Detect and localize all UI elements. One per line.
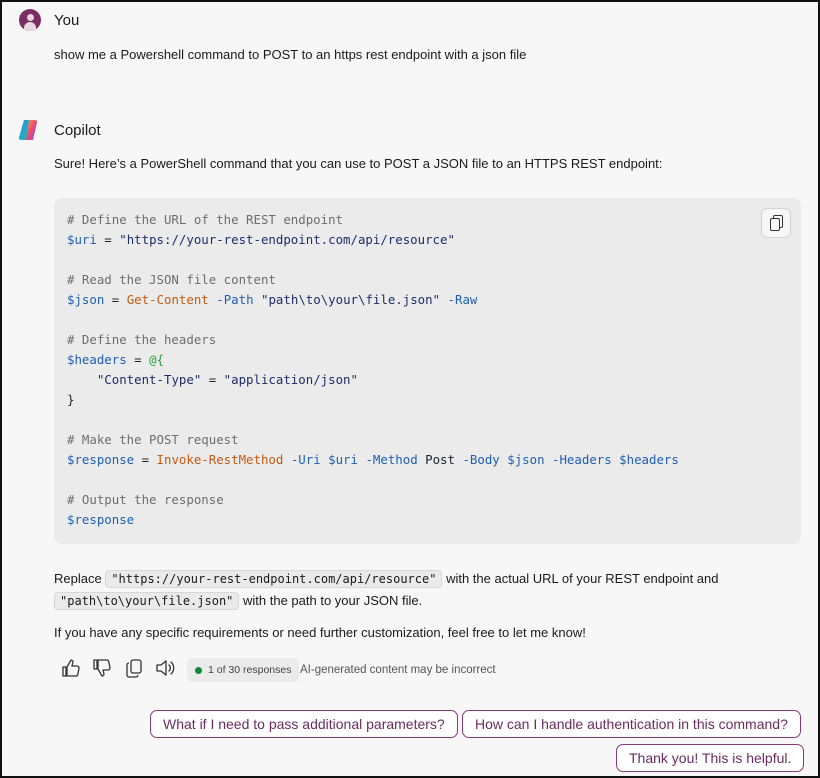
code-comment: # Define the headers [67,332,217,347]
code-parameter: -Path [216,292,254,307]
code-variable: $uri [328,452,358,467]
code-cmdlet: Get-Content [126,292,209,307]
ai-disclaimer: AI-generated content may be incorrect [300,664,496,676]
replace-instructions: Replace "https://your-rest-endpoint.com/… [54,568,794,612]
replace-middle: with the actual URL of your REST endpoin… [446,571,719,586]
read-aloud-icon [156,660,175,676]
thumbs-down-icon [93,659,111,677]
code-comment: # Output the response [67,492,224,507]
code-parameter: -Headers [552,452,612,467]
copy-response-button[interactable] [123,657,145,681]
inline-code-url: "https://your-rest-endpoint.com/api/reso… [105,570,443,588]
copy-code-button[interactable] [761,208,791,238]
code-operator: = [126,352,150,367]
code-variable: $headers [67,352,127,367]
code-operator: = [104,292,127,307]
inline-code-path: "path\to\your\file.json" [54,592,240,610]
copy-icon-front [770,218,780,231]
thumbs-up-icon [62,659,80,677]
code-string: "Content-Type" [96,372,202,387]
read-aloud-button[interactable] [154,657,176,681]
code-comment: # Make the POST request [67,432,239,447]
code-content: # Define the URL of the REST endpoint $u… [67,210,679,530]
avatar-body-shape [24,22,36,31]
code-block: # Define the URL of the REST endpoint $u… [54,198,801,544]
code-cmdlet: Invoke-RestMethod [156,452,284,467]
user-avatar [19,9,41,31]
code-value: Post [425,452,455,467]
suggestion-authentication[interactable]: How can I handle authentication in this … [462,710,801,738]
copilot-intro: Sure! Here’s a PowerShell command that y… [54,156,663,171]
code-variable: $json [507,452,545,467]
replace-prefix: Replace [54,571,102,586]
replace-suffix: with the path to your JSON file. [243,593,423,608]
status-dot [195,666,202,674]
code-brace: } [67,392,75,407]
code-hashtable-open: @{ [149,352,164,367]
code-variable: $headers [619,452,679,467]
code-string: "path\to\your\file.json" [261,292,441,307]
user-name: You [54,12,80,29]
response-counter[interactable]: 1 of 30 responses [187,658,300,682]
code-string: "application/json" [223,372,358,387]
thumbs-up-button[interactable] [60,657,82,681]
code-comment: # Read the JSON file content [67,272,276,287]
code-comment: # Define the URL of the REST endpoint [67,212,344,227]
avatar-head-shape [26,14,34,21]
copy-icon [126,659,142,678]
code-operator: = [201,372,224,387]
code-variable: $response [67,452,135,467]
code-parameter: -Method [365,452,418,467]
code-variable: $json [67,292,105,307]
user-message: show me a Powershell command to POST to … [54,47,527,62]
code-parameter: -Body [462,452,500,467]
code-variable: $response [67,512,135,527]
code-string: "https://your-rest-endpoint.com/api/reso… [119,232,455,247]
response-count-label: 1 of 30 responses [208,664,292,676]
code-parameter: -Uri [290,452,321,467]
code-variable: $uri [67,232,97,247]
copilot-logo-icon [18,119,38,141]
copilot-name: Copilot [54,122,101,139]
code-operator: = [134,452,157,467]
thumbs-down-button[interactable] [91,657,113,681]
code-operator: = [96,232,120,247]
closing-text: If you have any specific requirements or… [54,625,586,640]
suggestion-thank-you[interactable]: Thank you! This is helpful. [616,744,805,772]
code-parameter: -Raw [447,292,478,307]
suggestion-additional-parameters[interactable]: What if I need to pass additional parame… [150,710,458,738]
